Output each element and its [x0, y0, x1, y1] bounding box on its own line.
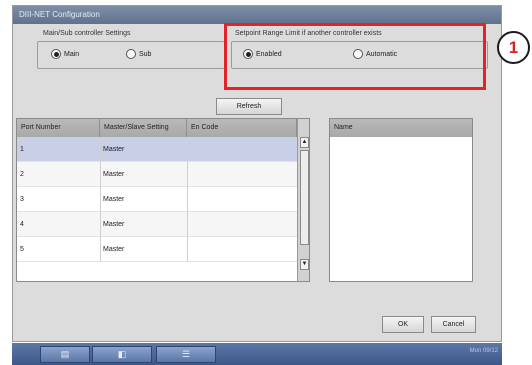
column-divider	[100, 237, 101, 262]
scroll-down-icon[interactable]: ▼	[300, 259, 309, 270]
ports-scrollbar[interactable]: ▲ ▼	[297, 119, 309, 281]
main-sub-label: Main/Sub controller Settings	[43, 30, 131, 37]
radio-main-indicator	[51, 49, 61, 59]
master-slave-cell: Master	[103, 221, 125, 228]
column-divider	[100, 212, 101, 237]
column-divider	[187, 162, 188, 187]
en-code-cell	[187, 137, 297, 162]
table-row[interactable]: 2 Master	[17, 162, 297, 187]
port-number-cell: 3	[20, 196, 24, 203]
scroll-up-icon[interactable]: ▲	[300, 137, 309, 148]
column-divider	[187, 137, 188, 162]
column-divider	[187, 237, 188, 262]
table-row[interactable]: 1 Master	[17, 137, 297, 162]
name-table-header: Name	[330, 119, 472, 137]
header-name[interactable]: Name	[330, 119, 472, 137]
master-slave-cell: Master	[103, 246, 125, 253]
header-master-slave[interactable]: Master/Slave Setting	[100, 119, 187, 137]
menu-icon: ▤	[60, 349, 70, 359]
taskbar-status: Mon 09/12	[469, 348, 498, 354]
radio-sub-label: Sub	[139, 50, 152, 58]
monitor-icon: ◧	[117, 349, 127, 359]
port-number-cell: 2	[20, 171, 24, 178]
taskbar-menu-button[interactable]: ▤	[40, 346, 90, 363]
radio-main[interactable]: Main	[51, 49, 79, 59]
en-code-cell	[187, 212, 297, 237]
name-table: Name	[329, 118, 473, 282]
list-icon: ☰	[181, 349, 191, 359]
radio-main-label: Main	[64, 50, 80, 58]
column-divider	[187, 187, 188, 212]
header-en-code[interactable]: En Code	[187, 119, 297, 137]
ok-button[interactable]: OK	[382, 316, 424, 333]
cancel-button[interactable]: Cancel	[431, 316, 476, 333]
en-code-cell	[187, 237, 297, 262]
column-divider	[100, 162, 101, 187]
master-slave-cell: Master	[103, 196, 125, 203]
header-port-number[interactable]: Port Number	[17, 119, 100, 137]
master-slave-cell: Master	[103, 171, 125, 178]
column-divider	[187, 212, 188, 237]
column-divider	[100, 137, 101, 162]
table-row[interactable]: 4 Master	[17, 212, 297, 237]
callout-highlight	[224, 23, 486, 90]
port-number-cell: 5	[20, 246, 24, 253]
window-title: DIII-NET Configuration	[13, 6, 501, 24]
radio-sub[interactable]: Sub	[126, 49, 151, 59]
radio-sub-indicator	[126, 49, 136, 59]
taskbar: ▤ ◧ ☰ Mon 09/12	[12, 343, 502, 365]
en-code-cell	[187, 187, 297, 212]
scroll-thumb[interactable]	[300, 150, 309, 245]
taskbar-monitor-button[interactable]: ◧	[92, 346, 152, 363]
en-code-cell	[187, 162, 297, 187]
ports-table-header: Port Number Master/Slave Setting En Code	[17, 119, 297, 137]
master-slave-cell: Master	[103, 146, 125, 153]
column-divider	[100, 187, 101, 212]
refresh-button[interactable]: Refresh	[216, 98, 282, 115]
port-number-cell: 1	[20, 146, 24, 153]
ports-table: Port Number Master/Slave Setting En Code…	[16, 118, 310, 282]
port-number-cell: 4	[20, 221, 24, 228]
callout-badge: 1	[497, 31, 530, 64]
taskbar-list-button[interactable]: ☰	[156, 346, 216, 363]
table-row[interactable]: 5 Master	[17, 237, 297, 262]
table-row[interactable]: 3 Master	[17, 187, 297, 212]
